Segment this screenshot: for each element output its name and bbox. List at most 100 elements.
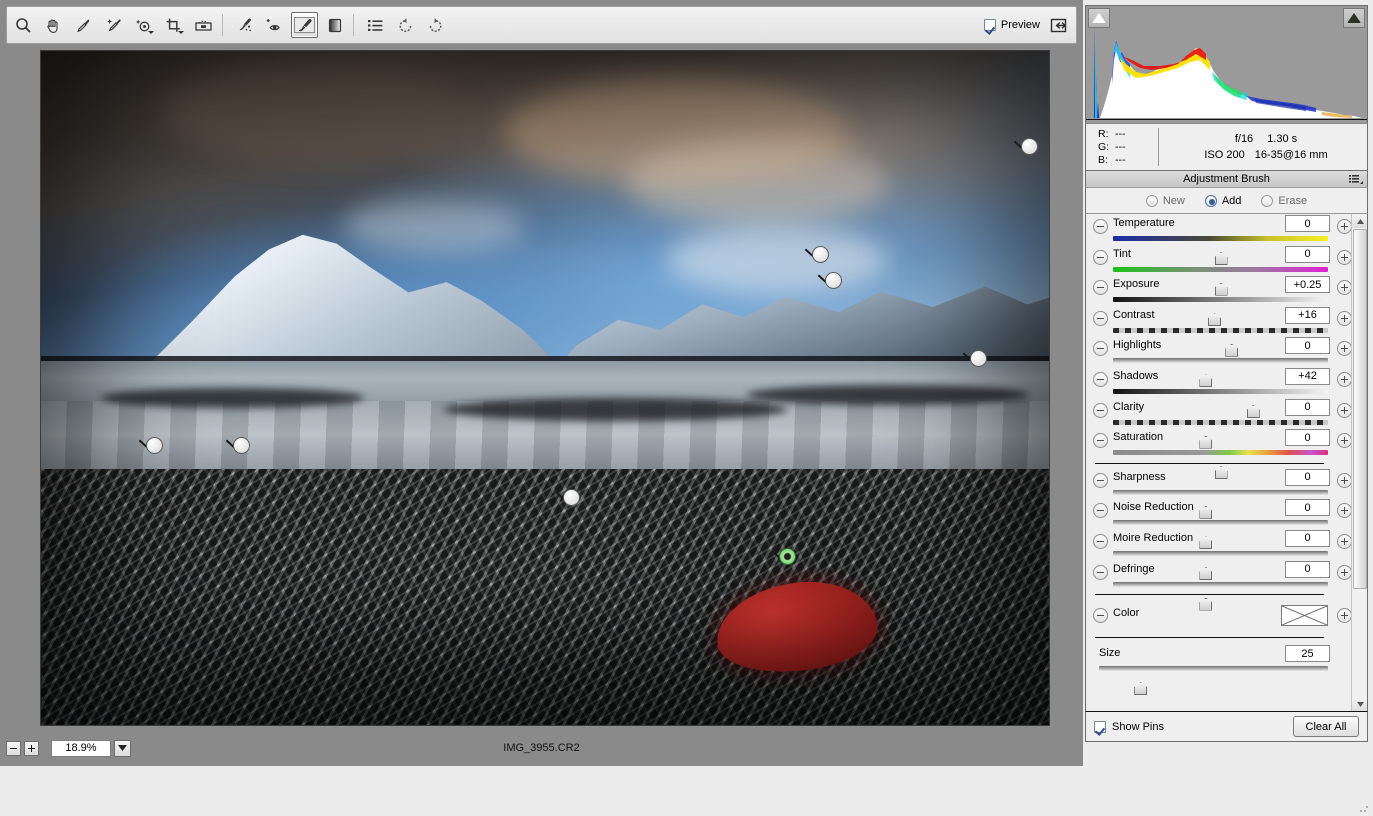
targeted-adjustment-tool[interactable] xyxy=(130,12,157,38)
slider-decrease-button[interactable] xyxy=(1093,472,1108,488)
slider-temperature[interactable]: Temperature 0 xyxy=(1086,214,1352,265)
slider-increase-button[interactable] xyxy=(1337,503,1352,519)
slider-clarity[interactable]: Clarity 0 xyxy=(1086,398,1352,449)
slider-increase-button[interactable] xyxy=(1337,402,1352,418)
slider-decrease-button[interactable] xyxy=(1093,249,1108,265)
slider-track[interactable] xyxy=(1113,450,1328,480)
slider-value[interactable]: 0 xyxy=(1285,245,1330,263)
slider-value[interactable]: 0 xyxy=(1285,499,1330,517)
slider-value[interactable]: 0 xyxy=(1285,429,1330,447)
slider-decrease-button[interactable] xyxy=(1093,402,1108,418)
slider-defringe[interactable]: Defringe 0 xyxy=(1086,560,1352,611)
slider-track[interactable] xyxy=(1113,419,1328,449)
red-eye-removal-tool[interactable] xyxy=(261,12,288,38)
slider-increase-button[interactable] xyxy=(1337,564,1352,580)
slider-value[interactable]: +16 xyxy=(1285,306,1330,324)
slider-increase-button[interactable] xyxy=(1337,310,1352,326)
slider-sharpness[interactable]: Sharpness 0 xyxy=(1086,468,1352,519)
rotate-left-tool[interactable] xyxy=(392,12,419,38)
brush-mode-erase[interactable]: Erase xyxy=(1261,194,1307,207)
slider-value[interactable]: 0 xyxy=(1285,529,1330,547)
slider-value[interactable]: +0.25 xyxy=(1285,276,1330,294)
slider-value[interactable]: +42 xyxy=(1285,367,1330,385)
slider-decrease-button[interactable] xyxy=(1093,371,1108,387)
zoom-tool[interactable] xyxy=(10,12,37,38)
preview-checkbox[interactable] xyxy=(983,19,996,31)
graduated-filter-tool[interactable] xyxy=(321,12,348,38)
slider-moire-reduction[interactable]: Moire Reduction 0 xyxy=(1086,529,1352,580)
slider-track[interactable] xyxy=(1113,358,1328,388)
image-canvas[interactable] xyxy=(6,48,1077,732)
slider-track[interactable] xyxy=(1113,236,1328,265)
show-pins-checkbox[interactable] xyxy=(1094,720,1106,733)
slider-decrease-button[interactable] xyxy=(1093,280,1108,296)
slider-value[interactable]: 0 xyxy=(1285,215,1330,232)
size-value[interactable]: 25 xyxy=(1285,645,1330,663)
presets-tool[interactable] xyxy=(362,12,389,38)
slider-track[interactable] xyxy=(1113,388,1328,418)
scrollbar-thumb[interactable] xyxy=(1353,229,1367,589)
crop-tool[interactable] xyxy=(160,12,187,38)
slider-decrease-button[interactable] xyxy=(1093,310,1108,326)
panel-scrollbar[interactable] xyxy=(1351,214,1367,711)
slider-saturation[interactable]: Saturation 0 xyxy=(1086,428,1352,480)
slider-track[interactable] xyxy=(1113,550,1328,580)
slider-track[interactable] xyxy=(1113,489,1328,519)
slider-size[interactable]: Size 25 xyxy=(1086,642,1333,696)
slider-increase-button[interactable] xyxy=(1337,249,1352,265)
slider-value[interactable]: 0 xyxy=(1285,560,1330,578)
raw-photo-preview[interactable] xyxy=(41,51,1049,725)
slider-track[interactable] xyxy=(1113,581,1328,611)
color-swatch[interactable] xyxy=(1281,605,1328,627)
slider-shadows[interactable]: Shadows +42 xyxy=(1086,367,1352,418)
slider-decrease-button[interactable] xyxy=(1093,341,1108,357)
slider-decrease-button[interactable] xyxy=(1093,503,1108,519)
radio-button[interactable] xyxy=(1261,194,1274,207)
slider-exposure[interactable]: Exposure +0.25 xyxy=(1086,275,1352,327)
slider-value[interactable]: 0 xyxy=(1285,468,1330,486)
slider-increase-button[interactable] xyxy=(1337,219,1352,234)
slider-contrast[interactable]: Contrast +16 xyxy=(1086,306,1352,357)
adjustment-brush-tool[interactable] xyxy=(291,12,318,38)
hand-tool[interactable] xyxy=(40,12,67,38)
slider-tint[interactable]: Tint 0 xyxy=(1086,245,1352,296)
slider-track[interactable] xyxy=(1113,327,1328,357)
slider-decrease-button[interactable] xyxy=(1093,219,1108,234)
slider-track[interactable] xyxy=(1113,266,1328,296)
resize-grip-icon[interactable] xyxy=(1359,803,1369,813)
slider-track[interactable] xyxy=(1113,297,1328,327)
slider-value[interactable]: 0 xyxy=(1285,398,1330,416)
fullscreen-toggle-button[interactable] xyxy=(1046,13,1072,37)
rotate-right-tool[interactable] xyxy=(422,12,449,38)
color-increase-button[interactable] xyxy=(1337,608,1352,624)
clear-all-button[interactable]: Clear All xyxy=(1293,716,1359,737)
color-sampler-tool[interactable] xyxy=(100,12,127,38)
slider-noise-reduction[interactable]: Noise Reduction 0 xyxy=(1086,498,1352,550)
slider-decrease-button[interactable] xyxy=(1093,433,1108,449)
highlight-clipping-warning-button[interactable] xyxy=(1343,8,1365,28)
white-balance-tool[interactable] xyxy=(70,12,97,38)
scroll-down-arrow[interactable] xyxy=(1352,697,1367,711)
brush-mode-new[interactable]: New xyxy=(1145,194,1185,207)
size-thumb[interactable] xyxy=(1134,682,1148,696)
slider-highlights[interactable]: Highlights 0 xyxy=(1086,336,1352,388)
slider-decrease-button[interactable] xyxy=(1093,564,1108,580)
shadow-clipping-warning-button[interactable] xyxy=(1088,8,1110,28)
panel-menu-icon[interactable] xyxy=(1349,174,1363,187)
radio-button[interactable] xyxy=(1204,194,1217,207)
slider-increase-button[interactable] xyxy=(1337,341,1352,357)
slider-decrease-button[interactable] xyxy=(1093,533,1108,549)
slider-increase-button[interactable] xyxy=(1337,280,1352,296)
spot-removal-tool[interactable] xyxy=(231,12,258,38)
slider-increase-button[interactable] xyxy=(1337,433,1352,449)
straighten-tool[interactable] xyxy=(190,12,217,38)
slider-value[interactable]: 0 xyxy=(1285,337,1330,355)
preview-toggle[interactable]: Preview xyxy=(983,19,1046,31)
slider-track[interactable] xyxy=(1113,520,1328,550)
radio-button[interactable] xyxy=(1145,194,1158,207)
scroll-up-arrow[interactable] xyxy=(1352,214,1367,228)
brush-mode-add[interactable]: Add xyxy=(1204,194,1241,207)
slider-color[interactable]: Color xyxy=(1086,599,1352,633)
slider-increase-button[interactable] xyxy=(1337,371,1352,387)
size-track[interactable] xyxy=(1099,666,1328,696)
